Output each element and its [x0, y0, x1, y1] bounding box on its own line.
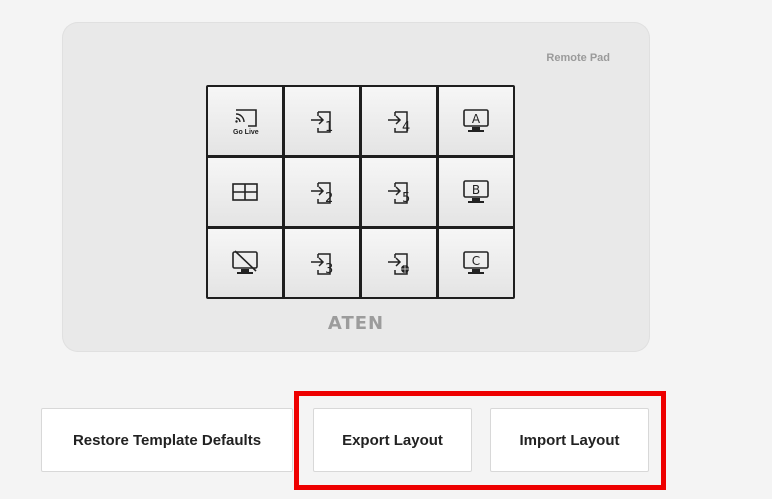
layout-quad-icon [232, 183, 258, 201]
pad-label: Remote Pad [546, 52, 610, 64]
input-network-icon [388, 253, 409, 275]
key-monitor-off[interactable] [208, 229, 282, 297]
key-input-network[interactable] [362, 229, 436, 297]
svg-text:B: B [472, 183, 480, 197]
import-layout-button[interactable]: Import Layout [490, 408, 649, 472]
key-input-4[interactable]: 4 [362, 87, 436, 155]
svg-text:C: C [472, 254, 480, 268]
svg-text:4: 4 [402, 120, 410, 135]
input-icon: 1 [311, 111, 333, 135]
svg-text:5: 5 [402, 191, 410, 206]
key-monitor-a[interactable]: A [439, 87, 513, 155]
svg-text:1: 1 [325, 120, 333, 135]
key-grid: Go Live 1 4 A 2 5 B 3 C [206, 85, 515, 299]
input-icon: 3 [311, 253, 333, 277]
input-icon: 2 [311, 182, 333, 206]
monitor-icon: A [463, 109, 489, 132]
svg-text:3: 3 [325, 262, 333, 277]
key-go-live[interactable]: Go Live [208, 87, 282, 155]
monitor-icon: C [463, 251, 489, 274]
input-icon: 4 [388, 111, 410, 135]
aten-logo: ATEN [327, 313, 385, 334]
key-input-3[interactable]: 3 [285, 229, 359, 297]
key-input-2[interactable]: 2 [285, 158, 359, 226]
export-layout-button[interactable]: Export Layout [313, 408, 472, 472]
key-monitor-c[interactable]: C [439, 229, 513, 297]
key-input-1[interactable]: 1 [285, 87, 359, 155]
svg-text:2: 2 [325, 191, 333, 206]
remote-pad-preview: Remote Pad Go Live 1 4 A 2 5 B 3 C ATEN [62, 22, 650, 352]
restore-template-defaults-button[interactable]: Restore Template Defaults [41, 408, 293, 472]
go-live-text: Go Live [233, 129, 259, 136]
key-monitor-b[interactable]: B [439, 158, 513, 226]
key-input-5[interactable]: 5 [362, 158, 436, 226]
monitor-icon: B [463, 180, 489, 203]
monitor-off-icon [232, 250, 258, 274]
input-icon: 5 [388, 182, 410, 206]
key-layout-quad[interactable] [208, 158, 282, 226]
go-live-icon: Go Live [233, 109, 259, 136]
svg-text:A: A [472, 112, 481, 126]
